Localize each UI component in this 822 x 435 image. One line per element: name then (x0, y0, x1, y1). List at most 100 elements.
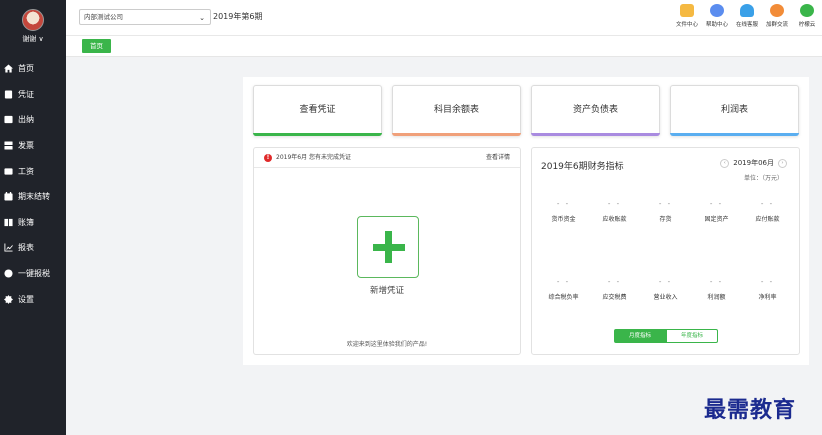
file-center-label: 文件中心 (675, 22, 698, 28)
sidebar-item-invoice[interactable]: 发票 (0, 133, 66, 159)
metric-value: - - (709, 200, 724, 208)
sidebar-item-settings[interactable]: 设置 (0, 286, 66, 312)
help-center-label: 帮助中心 (705, 22, 728, 28)
add-voucher-label[interactable]: 新增凭证 (254, 284, 520, 296)
sidebar-item-tax[interactable]: 一键报税 (0, 261, 66, 287)
account-balance-card[interactable]: 科目余额表 (392, 85, 521, 136)
voucher-icon (4, 90, 13, 99)
watermark-logo: 最需教育 (704, 397, 797, 423)
income-statement-card[interactable]: 利润表 (670, 85, 799, 136)
join-group-label: 加群交流 (765, 22, 788, 28)
metric-payables: - - 应付账款 (744, 200, 792, 223)
financial-indicators-title: 2019年6期财务指标 (541, 162, 624, 172)
metric-value: - - (607, 278, 622, 286)
prev-month-button[interactable]: ‹ (720, 158, 730, 168)
metric-revenue: - - 营业收入 (642, 278, 690, 301)
card-accent-bar (253, 133, 382, 136)
warning-icon: ! (264, 154, 272, 162)
card-label: 查看凭证 (299, 105, 336, 115)
unfinished-voucher-warning: 2019年6月 您有未完成凭证 (276, 154, 351, 161)
metric-receivables: - - 应收账款 (591, 200, 639, 223)
monthly-indicators-button[interactable]: 月度指标 (614, 329, 666, 343)
next-month-button[interactable]: › (778, 158, 787, 168)
card-accent-bar (392, 133, 521, 136)
current-period: 2019年第6期 (213, 12, 263, 21)
metric-value: - - (556, 278, 571, 286)
user-name[interactable]: 谢谢 ∨ (22, 34, 43, 44)
metric-name: 存货 (659, 216, 672, 223)
invoice-icon (4, 141, 13, 150)
voucher-panel: ! 2019年6月 您有未完成凭证 查看详情 新增凭证 欢迎来到这里体验我们的产… (253, 147, 521, 355)
sidebar-item-salary[interactable]: 工资 (0, 158, 66, 184)
online-service-label: 在线客服 (735, 22, 758, 28)
yearly-indicators-button[interactable]: 年度指标 (666, 329, 718, 343)
salary-icon (4, 168, 13, 175)
service-icon (740, 4, 754, 17)
sidebar-item-ledger[interactable]: 账簿 (0, 210, 66, 236)
user-box[interactable]: 谢谢 ∨ (0, 0, 66, 48)
metric-value: - - (607, 200, 622, 208)
company-select-value: 内部测试公司 (84, 13, 123, 21)
tax-icon (4, 269, 13, 278)
sidebar-item-label: 报表 (18, 243, 34, 253)
sidebar-item-home[interactable]: 首页 (0, 56, 66, 82)
metric-value: - - (556, 200, 571, 208)
folder-icon (680, 4, 694, 17)
metric-value: - - (709, 278, 724, 286)
card-label: 利润表 (720, 105, 748, 115)
cloud-icon (800, 4, 814, 17)
sidebar-item-cashier[interactable]: 出纳 (0, 107, 66, 133)
sidebar-item-voucher[interactable]: 凭证 (0, 82, 66, 108)
lemon-cloud-label: 柠檬云 (798, 22, 816, 28)
help-icon (710, 4, 724, 17)
metric-name: 应付账款 (755, 216, 780, 223)
online-service-button[interactable]: 在线客服 (732, 4, 762, 28)
voucher-panel-header: ! 2019年6月 您有未完成凭证 查看详情 (254, 148, 520, 168)
metric-name: 利润额 (707, 294, 726, 301)
sidebar-item-label: 凭证 (18, 89, 34, 99)
metric-name: 固定资产 (704, 216, 729, 223)
metric-profit: - - 利润额 (693, 278, 741, 301)
sidebar-item-label: 设置 (18, 294, 34, 304)
sidebar-item-period-end[interactable]: 期末结转 (0, 184, 66, 210)
sidebar-item-label: 工资 (18, 166, 34, 176)
metrics-row-2: - - 综合税负率 - - 应交税费 - - 营业收入 - - 利润额 - - … (532, 278, 799, 301)
sidebar-item-report[interactable]: 报表 (0, 235, 66, 261)
help-center-button[interactable]: 帮助中心 (702, 4, 732, 28)
group-icon (770, 4, 784, 17)
indicator-period-toggle: 月度指标 年度指标 (614, 329, 718, 343)
join-group-button[interactable]: 加群交流 (762, 4, 792, 28)
metric-inventory: - - 存货 (642, 200, 690, 223)
lemon-cloud-button[interactable]: 柠檬云 (792, 4, 822, 28)
period-end-icon (4, 192, 13, 201)
plus-icon-bar (373, 244, 405, 251)
metric-name: 应收账款 (602, 216, 627, 223)
metric-name: 应交税费 (602, 294, 627, 301)
metric-cash: - - 货币资金 (540, 200, 588, 223)
company-select[interactable]: 内部测试公司 ⌄ (79, 9, 211, 25)
file-center-button[interactable]: 文件中心 (672, 4, 702, 28)
metrics-row-1: - - 货币资金 - - 应收账款 - - 存货 - - 固定资产 - - 应付… (532, 200, 799, 223)
cashier-icon (4, 116, 13, 124)
add-voucher-button[interactable] (357, 216, 419, 278)
main-content: 查看凭证 科目余额表 资产负债表 利润表 ! 2019年6月 您有未完成凭证 查… (243, 77, 809, 365)
card-accent-bar (531, 133, 660, 136)
chevron-down-icon: ⌄ (199, 14, 205, 22)
ledger-icon (4, 218, 13, 226)
top-bar: 内部测试公司 ⌄ 2019年第6期 文件中心 帮助中心 在线客服 加群交流 柠檬… (66, 0, 822, 36)
balance-sheet-card[interactable]: 资产负债表 (531, 85, 660, 136)
metric-value: - - (760, 278, 775, 286)
welcome-text: 欢迎来到这里体验我们的产品! (346, 341, 428, 348)
card-accent-bar (670, 133, 799, 136)
metric-value: - - (658, 200, 673, 208)
view-details-link[interactable]: 查看详情 (486, 153, 510, 163)
month-navigator: ‹ 2019年06月 › (716, 158, 791, 168)
sidebar-nav: 首页 凭证 出纳 发票 工资 期末结转 账簿 报表 一键报税 设置 (0, 56, 66, 312)
top-toolbar: 文件中心 帮助中心 在线客服 加群交流 柠檬云 (672, 4, 822, 28)
report-icon (4, 243, 13, 253)
avatar[interactable] (22, 8, 44, 31)
tab-home[interactable]: 首页 (82, 39, 111, 53)
sidebar-item-label: 发票 (18, 141, 34, 151)
view-voucher-card[interactable]: 查看凭证 (253, 85, 382, 136)
sidebar-item-label: 一键报税 (18, 269, 50, 279)
